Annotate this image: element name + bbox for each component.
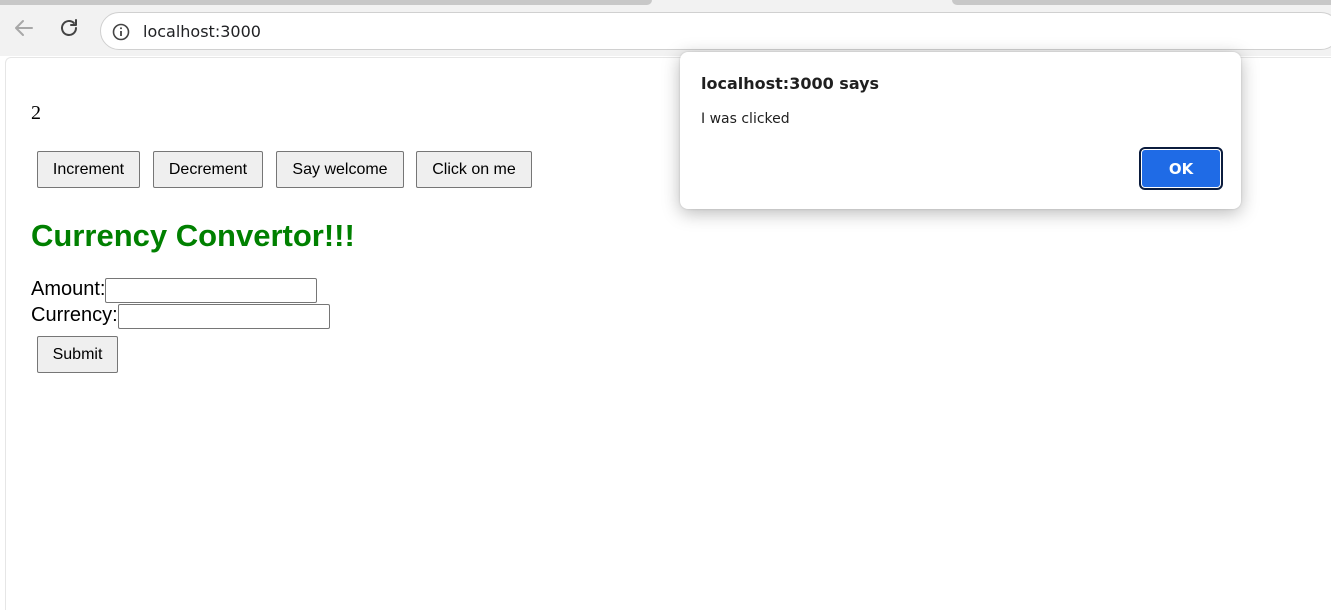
amount-label: Amount: bbox=[31, 278, 106, 300]
browser-tab-inactive[interactable] bbox=[0, 0, 652, 5]
increment-button[interactable]: Increment bbox=[37, 151, 140, 188]
alert-dialog: localhost:3000 says I was clicked OK bbox=[680, 52, 1241, 209]
counter-value: 2 bbox=[31, 102, 41, 124]
currency-label: Currency: bbox=[31, 304, 118, 326]
info-icon[interactable] bbox=[111, 22, 131, 42]
say-welcome-button[interactable]: Say welcome bbox=[276, 151, 404, 188]
submit-button[interactable]: Submit bbox=[37, 336, 118, 373]
ok-button[interactable]: OK bbox=[1139, 147, 1223, 190]
alert-title: localhost:3000 says bbox=[701, 74, 880, 93]
browser-toolbar: localhost:3000 bbox=[0, 0, 1331, 56]
browser-tab-inactive[interactable] bbox=[952, 0, 1331, 5]
address-bar-url[interactable]: localhost:3000 bbox=[143, 22, 261, 41]
address-bar[interactable]: localhost:3000 bbox=[100, 12, 1331, 50]
currency-input[interactable] bbox=[118, 304, 330, 329]
back-button[interactable] bbox=[9, 14, 39, 46]
arrow-left-icon bbox=[12, 16, 36, 45]
alert-message: I was clicked bbox=[701, 111, 790, 127]
click-on-me-button[interactable]: Click on me bbox=[416, 151, 532, 188]
amount-input[interactable] bbox=[105, 278, 317, 303]
decrement-button[interactable]: Decrement bbox=[153, 151, 263, 188]
reload-button[interactable] bbox=[54, 14, 84, 46]
reload-icon bbox=[57, 16, 81, 45]
page-title: Currency Convertor!!! bbox=[31, 218, 355, 253]
